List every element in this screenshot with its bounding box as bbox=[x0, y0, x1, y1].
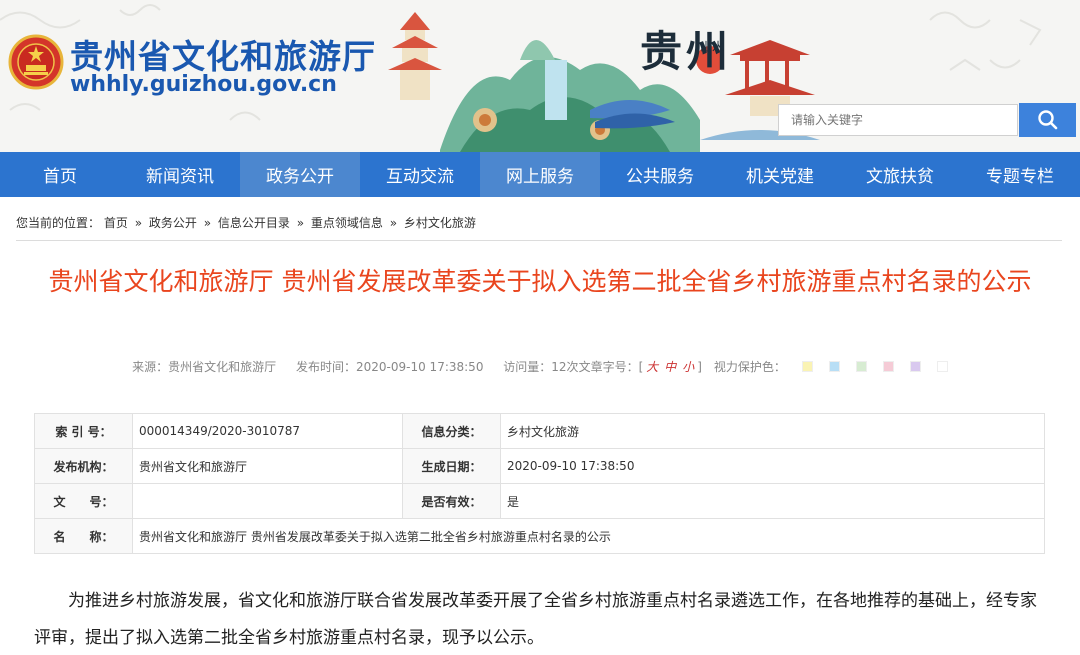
main-nav: 首页 新闻资讯 政务公开 互动交流 网上服务 公共服务 机关党建 文旅扶贫 专题… bbox=[0, 152, 1080, 197]
article-views: 访问量：12次文章字号：[大中小] bbox=[503, 360, 702, 374]
breadcrumb-separator: » bbox=[134, 216, 143, 230]
table-row: 发布机构： 贵州省文化和旅游厅 生成日期： 2020-09-10 17:38:5… bbox=[34, 448, 1045, 484]
search-icon bbox=[1037, 110, 1057, 130]
publisher-label: 发布机构： bbox=[34, 448, 133, 484]
date-value: 2020-09-10 17:38:50 bbox=[500, 448, 1045, 484]
doc-no-label: 文 号： bbox=[34, 483, 133, 519]
breadcrumb-info-catalog[interactable]: 信息公开目录 bbox=[218, 216, 290, 230]
date-label: 生成日期： bbox=[402, 448, 501, 484]
nav-item-special-topics[interactable]: 专题专栏 bbox=[960, 152, 1080, 197]
nav-item-home[interactable]: 首页 bbox=[0, 152, 120, 197]
nav-item-public-service[interactable]: 公共服务 bbox=[600, 152, 720, 197]
table-row: 索 引 号： 000014349/2020-3010787 信息分类： 乡村文化… bbox=[34, 413, 1045, 449]
breadcrumb-key-areas[interactable]: 重点领域信息 bbox=[311, 216, 383, 230]
breadcrumb-separator: » bbox=[389, 216, 398, 230]
breadcrumb-prefix: 您当前的位置： bbox=[16, 216, 101, 230]
document-info-table: 索 引 号： 000014349/2020-3010787 信息分类： 乡村文化… bbox=[34, 413, 1045, 554]
site-header: 贵州省文化和旅游厅 whhly.guizhou.gov.cn 贵州 山水 请输入… bbox=[0, 0, 1080, 152]
breadcrumb-divider bbox=[16, 240, 1062, 241]
article-title: 贵州省文化和旅游厅 贵州省发展改革委关于拟入选第二批全省乡村旅游重点村名录的公示 bbox=[48, 267, 1032, 296]
nav-item-online-service[interactable]: 网上服务 bbox=[480, 152, 600, 197]
index-value: 000014349/2020-3010787 bbox=[132, 413, 403, 449]
article-body-paragraph: 为推进乡村旅游发展，省文化和旅游厅联合省发展改革委开展了全省乡村旅游重点村名录遴… bbox=[34, 591, 1037, 648]
font-size-label: 文章字号：[ bbox=[578, 360, 644, 374]
article-source: 来源：贵州省文化和旅游厅 bbox=[132, 360, 277, 374]
valid-value: 是 bbox=[500, 483, 1045, 519]
nav-item-party-building[interactable]: 机关党建 bbox=[720, 152, 840, 197]
font-size-medium-button[interactable]: 中 bbox=[664, 360, 676, 374]
eye-protect-swatch[interactable] bbox=[936, 361, 948, 372]
eye-protect-swatch[interactable] bbox=[909, 361, 921, 372]
font-size-large-button[interactable]: 大 bbox=[646, 360, 658, 374]
category-value: 乡村文化旅游 bbox=[500, 413, 1045, 449]
nav-item-interaction[interactable]: 互动交流 bbox=[360, 152, 480, 197]
nav-item-gov-affairs[interactable]: 政务公开 bbox=[240, 152, 360, 197]
eye-protect-swatch[interactable] bbox=[855, 361, 867, 372]
guizhou-calligraphy-sublogo: 山水 bbox=[700, 40, 725, 54]
nav-item-poverty-alleviation[interactable]: 文旅扶贫 bbox=[840, 152, 960, 197]
article-meta: 来源：贵州省文化和旅游厅 发布时间：2020-09-10 17:38:50 访问… bbox=[0, 358, 1080, 375]
article-publish-time: 发布时间：2020-09-10 17:38:50 bbox=[296, 360, 484, 374]
breadcrumb: 您当前的位置： 首页 » 政务公开 » 信息公开目录 » 重点领域信息 » 乡村… bbox=[16, 214, 476, 231]
eye-protect-swatch[interactable] bbox=[801, 361, 813, 372]
valid-label: 是否有效： bbox=[402, 483, 501, 519]
eye-protect-swatch[interactable] bbox=[882, 361, 894, 372]
eye-protect-label: 视力保护色： bbox=[713, 360, 786, 374]
breadcrumb-gov-affairs[interactable]: 政务公开 bbox=[149, 216, 197, 230]
name-value: 贵州省文化和旅游厅 贵州省发展改革委关于拟入选第二批全省乡村旅游重点村名录的公示 bbox=[132, 518, 1045, 554]
table-row: 文 号： 是否有效： 是 bbox=[34, 483, 1045, 519]
breadcrumb-separator: » bbox=[296, 216, 305, 230]
category-label: 信息分类： bbox=[402, 413, 501, 449]
breadcrumb-separator: » bbox=[203, 216, 212, 230]
site-name: 贵州省文化和旅游厅 bbox=[70, 37, 376, 76]
search-input[interactable] bbox=[778, 104, 1018, 136]
font-size-small-button[interactable]: 小 bbox=[682, 360, 694, 374]
search-button[interactable] bbox=[1019, 103, 1076, 137]
breadcrumb-home[interactable]: 首页 bbox=[104, 216, 128, 230]
eye-protect-swatch[interactable] bbox=[828, 361, 840, 372]
site-url: whhly.guizhou.gov.cn bbox=[70, 72, 337, 97]
eye-protect-swatches bbox=[794, 360, 956, 374]
table-row: 名 称： 贵州省文化和旅游厅 贵州省发展改革委关于拟入选第二批全省乡村旅游重点村… bbox=[34, 518, 1045, 554]
doc-no-value bbox=[132, 483, 403, 519]
national-emblem-icon bbox=[8, 34, 64, 90]
index-label: 索 引 号： bbox=[34, 413, 133, 449]
nav-item-news[interactable]: 新闻资讯 bbox=[120, 152, 240, 197]
name-label: 名 称： bbox=[34, 518, 133, 554]
breadcrumb-rural-tourism[interactable]: 乡村文化旅游 bbox=[404, 216, 476, 230]
publisher-value: 贵州省文化和旅游厅 bbox=[132, 448, 403, 484]
